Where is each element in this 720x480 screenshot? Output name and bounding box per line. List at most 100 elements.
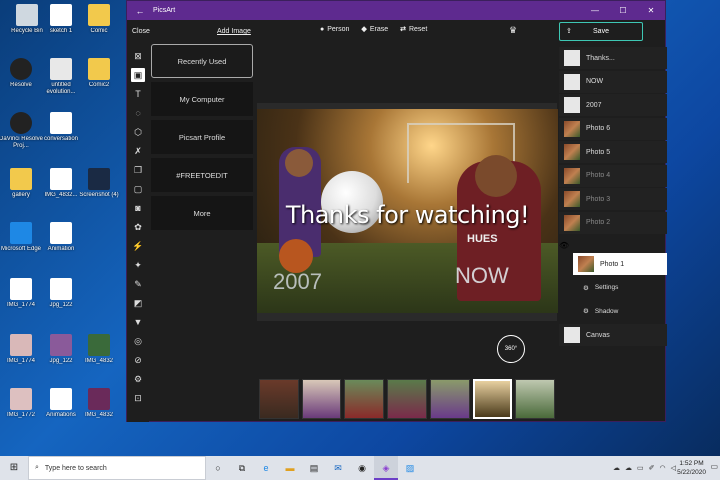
- fox-sticker-icon[interactable]: ▼: [131, 315, 145, 329]
- mail-icon[interactable]: ✉: [326, 456, 350, 480]
- photo-now-text[interactable]: NOW: [455, 263, 509, 289]
- desktop-icon[interactable]: IMG_4832: [76, 334, 122, 372]
- brush-tool-icon[interactable]: ✗: [131, 144, 145, 158]
- sticker-tool-icon[interactable]: ◌: [131, 106, 145, 120]
- close-window-button[interactable]: ✕: [637, 6, 665, 15]
- magic-wand-icon[interactable]: ⚡: [131, 239, 145, 253]
- layer-shadow[interactable]: ⚙ Shadow: [577, 300, 667, 322]
- resolve-app-icon: [10, 58, 32, 80]
- replay-tool-icon[interactable]: ◎: [131, 334, 145, 348]
- filmstrip-thumb[interactable]: [515, 379, 556, 419]
- crown-icon[interactable]: ♛: [509, 25, 517, 36]
- gear-tool-icon[interactable]: ⚙: [131, 372, 145, 386]
- menu-freetoedit[interactable]: #FREETOEDIT: [151, 158, 253, 192]
- photo-year-text[interactable]: 2007: [273, 269, 322, 295]
- add-image-menu: Recently Used My Computer Picsart Profil…: [151, 44, 253, 234]
- menu-more[interactable]: More: [151, 196, 253, 230]
- close-button[interactable]: Close: [132, 28, 150, 35]
- pen-icon[interactable]: ✐: [649, 464, 655, 472]
- effects-tool-icon[interactable]: ⊠: [131, 49, 145, 63]
- edited-photo[interactable]: HUES Thanks for watching! 2007 NOW: [257, 109, 558, 313]
- wifi-icon[interactable]: ◠: [660, 464, 666, 472]
- filmstrip-thumb[interactable]: [259, 379, 299, 419]
- frame-tool-icon[interactable]: ▢: [131, 182, 145, 196]
- windows-start-icon[interactable]: ⊞: [0, 456, 28, 480]
- desktop-icon[interactable]: IMG_4832: [76, 388, 122, 426]
- layer-item[interactable]: Photo 4: [559, 164, 667, 187]
- layer-item[interactable]: 2007: [559, 94, 667, 116]
- image-file-icon: [10, 388, 32, 410]
- gear-icon: ⚙: [583, 284, 589, 292]
- volume-icon[interactable]: ◁: [671, 464, 676, 472]
- minimize-button[interactable]: —: [581, 6, 609, 15]
- resolve-app-icon: [10, 112, 32, 134]
- store-icon[interactable]: ▤: [302, 456, 326, 480]
- adjust-tool-icon[interactable]: ◩: [131, 296, 145, 310]
- picsart-window: ← PicsArt — ☐ ✕ Close Add Image ● Person …: [126, 0, 667, 422]
- folder-icon: [88, 4, 110, 26]
- task-view-icon[interactable]: ⧉: [230, 456, 254, 480]
- davinci-icon[interactable]: ◉: [350, 456, 374, 480]
- system-tray: ☁ ☁ ▭ ✐ ◠ ◁: [613, 456, 676, 480]
- draw-tool-icon[interactable]: ✎: [131, 277, 145, 291]
- layer-item[interactable]: Photo 5: [559, 141, 667, 163]
- back-arrow-icon[interactable]: ←: [127, 6, 153, 16]
- save-button[interactable]: ⇪ Save: [559, 22, 643, 41]
- erase-button[interactable]: ◆ Erase: [361, 25, 388, 34]
- layers-tool-icon[interactable]: ❐: [131, 163, 145, 177]
- layer-item[interactable]: Thanks...: [559, 47, 667, 69]
- crop-tool-icon[interactable]: ⊡: [131, 391, 145, 405]
- view-360-icon[interactable]: 360°: [497, 335, 525, 363]
- menu-picsart-profile[interactable]: Picsart Profile: [151, 120, 253, 154]
- image-file-icon: [50, 168, 72, 190]
- desktop-icon[interactable]: Comic: [76, 4, 122, 42]
- edge-icon[interactable]: e: [254, 456, 278, 480]
- maximize-button[interactable]: ☐: [609, 6, 637, 15]
- desktop-icon[interactable]: conversation: [38, 112, 84, 150]
- clock[interactable]: 1:52 PM 5/22/2020: [677, 459, 706, 477]
- bandage-tool-icon[interactable]: ⊘: [131, 353, 145, 367]
- top-toolbar: Close Add Image ● Person ◆ Erase ⇄ Reset ♛ …: [127, 20, 665, 44]
- layer-item[interactable]: Photo 2: [559, 211, 667, 234]
- layer-item-selected[interactable]: Photo 1: [573, 253, 667, 275]
- shapes-tool-icon[interactable]: ✿: [131, 220, 145, 234]
- layer-item[interactable]: Photo 3: [559, 188, 667, 210]
- eye-icon[interactable]: 👁: [559, 241, 569, 250]
- layer-item[interactable]: Photo 6: [559, 117, 667, 140]
- sparkle-tool-icon[interactable]: ✦: [131, 258, 145, 272]
- cortana-icon[interactable]: ○: [206, 456, 230, 480]
- layer-settings[interactable]: ⚙ Settings: [577, 277, 667, 299]
- window-title: PicsArt: [153, 7, 176, 14]
- image-file-icon: [50, 334, 72, 356]
- notification-icon[interactable]: ▭: [710, 462, 718, 471]
- cutout-tool-icon[interactable]: ⬡: [131, 125, 145, 139]
- network-icon[interactable]: ▭: [637, 464, 644, 472]
- taskbar-search[interactable]: ⌕ Type here to search: [28, 456, 206, 480]
- layer-item[interactable]: NOW: [559, 70, 667, 93]
- photo-filmstrip: [257, 377, 557, 421]
- filmstrip-thumb[interactable]: [344, 379, 385, 419]
- desktop-icon[interactable]: Screenshot (4): [76, 168, 122, 206]
- menu-recently-used[interactable]: Recently Used: [151, 44, 253, 78]
- photo-title-text[interactable]: Thanks for watching!: [257, 201, 558, 229]
- menu-my-computer[interactable]: My Computer: [151, 82, 253, 116]
- add-image-button[interactable]: Add Image: [217, 28, 251, 35]
- canvas-layer[interactable]: Canvas: [559, 324, 667, 346]
- filmstrip-thumb[interactable]: [429, 379, 470, 419]
- filmstrip-thumb[interactable]: [472, 379, 513, 419]
- desktop-icon[interactable]: Animation: [38, 222, 84, 260]
- file-explorer-icon[interactable]: ▬: [278, 456, 302, 480]
- person-button[interactable]: ● Person: [320, 26, 349, 33]
- filmstrip-thumb[interactable]: [387, 379, 427, 419]
- desktop-icon[interactable]: Comic2: [76, 58, 122, 96]
- reset-button[interactable]: ⇄ Reset: [400, 25, 427, 34]
- filmstrip-thumb[interactable]: [301, 379, 342, 419]
- add-photo-tool-icon[interactable]: ▣: [131, 68, 145, 82]
- mask-tool-icon[interactable]: ◙: [131, 201, 145, 215]
- desktop-icon[interactable]: Jpg_122: [38, 278, 84, 316]
- picsart-taskbar-icon[interactable]: ◈: [374, 456, 398, 480]
- onedrive-icon[interactable]: ☁: [625, 464, 632, 472]
- photos-icon[interactable]: ▨: [398, 456, 422, 480]
- text-tool-icon[interactable]: T: [131, 87, 145, 101]
- weather-icon[interactable]: ☁: [613, 464, 620, 472]
